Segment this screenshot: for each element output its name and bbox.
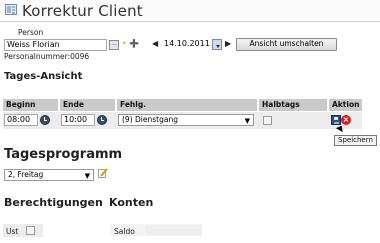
- ende-time-field[interactable]: 10:00: [61, 114, 95, 126]
- tagesprogramm-selected-value: 2, Freitag: [8, 170, 44, 179]
- toggle-view-button[interactable]: Ansicht umschalten: [236, 38, 337, 51]
- clock-icon[interactable]: [97, 115, 107, 125]
- saldo-label: Saldo: [114, 227, 135, 236]
- person-search-button[interactable]: ...: [109, 40, 119, 50]
- next-person-arrow-icon[interactable]: ➕: [129, 39, 139, 49]
- fehlgrund-select[interactable]: (9) Dienstgang ▼: [118, 114, 254, 126]
- column-header-aktion: Aktion: [329, 99, 362, 111]
- beginn-time-field[interactable]: 08:00: [4, 114, 38, 126]
- floppy-save-icon[interactable]: [331, 115, 341, 125]
- ust-label: Ust: [6, 227, 19, 236]
- column-header-fehlgrund: Fehlg.: [117, 99, 257, 111]
- calendar-dropdown-icon[interactable]: [212, 39, 222, 50]
- column-header-ende: Ende: [60, 99, 115, 111]
- app-window-icon: [5, 4, 17, 15]
- title-bar: Korrektur Client: [0, 0, 380, 22]
- chevron-down-icon: ▼: [84, 172, 90, 180]
- tages-ansicht-heading: Tages-Ansicht: [4, 71, 83, 82]
- halbtags-checkbox[interactable]: [263, 116, 272, 125]
- personal-number: Personalnummer:0096: [4, 52, 90, 61]
- next-day-arrow-icon[interactable]: ▶: [225, 39, 231, 49]
- window-title: Korrektur Client: [22, 2, 143, 20]
- date-field[interactable]: 14.10.2011: [162, 39, 210, 51]
- prev-day-arrow-icon[interactable]: ◀: [152, 39, 158, 49]
- pencil-edit-icon[interactable]: [98, 168, 108, 178]
- column-header-beginn: Beginn: [3, 99, 58, 111]
- chevron-down-icon: ▼: [244, 117, 250, 125]
- save-tooltip: Speichern: [334, 135, 377, 146]
- konten-heading: Konten: [109, 196, 154, 209]
- clock-icon[interactable]: [40, 115, 50, 125]
- fehlgrund-selected-value: (9) Dienstgang: [122, 115, 178, 124]
- column-header-halbtags: Halbtags: [259, 99, 327, 111]
- ust-checkbox[interactable]: [26, 226, 35, 235]
- berechtigungen-heading: Berechtigungen: [4, 196, 103, 209]
- saldo-value-field: [146, 225, 201, 235]
- favorite-star-icon[interactable]: •: [122, 39, 127, 48]
- person-name-field[interactable]: Weiss Florian: [4, 39, 107, 51]
- person-label: Person: [18, 28, 44, 37]
- tagesprogramm-select[interactable]: 2, Freitag ▼: [4, 169, 94, 181]
- tagesprogramm-heading: Tagesprogramm: [4, 147, 123, 162]
- delete-icon[interactable]: ×: [341, 115, 351, 125]
